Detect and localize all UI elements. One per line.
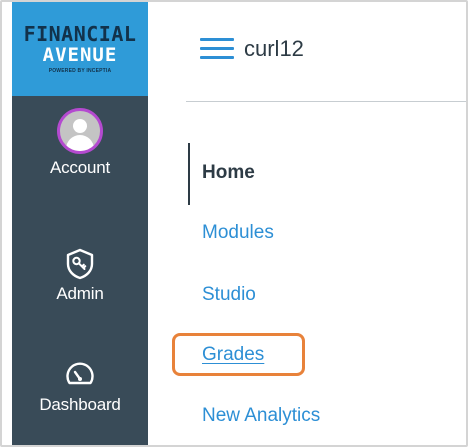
global-nav-account[interactable]: Account <box>12 108 148 178</box>
brand-line-2: AVENUE <box>42 44 118 66</box>
global-nav-dashboard[interactable]: Dashboard <box>12 358 148 415</box>
course-nav-home[interactable]: Home <box>202 162 255 184</box>
global-nav-dashboard-label: Dashboard <box>39 395 121 414</box>
active-indicator <box>188 143 190 205</box>
course-nav-grades[interactable]: Grades <box>202 344 264 366</box>
global-nav-admin[interactable]: Admin <box>12 247 148 304</box>
course-menu-toggle[interactable] <box>200 38 234 60</box>
course-nav-studio[interactable]: Studio <box>202 284 256 306</box>
global-nav-admin-label: Admin <box>56 284 104 303</box>
hamburger-line <box>200 38 234 41</box>
brand-line-3: POWERED BY INCEPTIA <box>48 68 112 74</box>
speedometer-icon <box>66 362 94 385</box>
shield-icon <box>66 248 94 280</box>
brand-logo[interactable]: FINANCIAL AVENUE POWERED BY INCEPTIA <box>12 2 148 96</box>
user-avatar-icon <box>57 108 103 154</box>
global-nav-account-label: Account <box>49 158 111 177</box>
header-divider <box>186 101 466 102</box>
app-window: FINANCIAL AVENUE POWERED BY INCEPTIA Acc… <box>2 2 466 445</box>
hamburger-line <box>200 47 234 50</box>
breadcrumb-course[interactable]: curl12 <box>244 36 304 62</box>
course-nav-new-analytics[interactable]: New Analytics <box>202 405 320 427</box>
course-nav-modules[interactable]: Modules <box>202 222 274 244</box>
global-nav: FINANCIAL AVENUE POWERED BY INCEPTIA Acc… <box>12 2 148 445</box>
hamburger-line <box>200 56 234 59</box>
brand-line-1: FINANCIAL <box>23 22 137 46</box>
